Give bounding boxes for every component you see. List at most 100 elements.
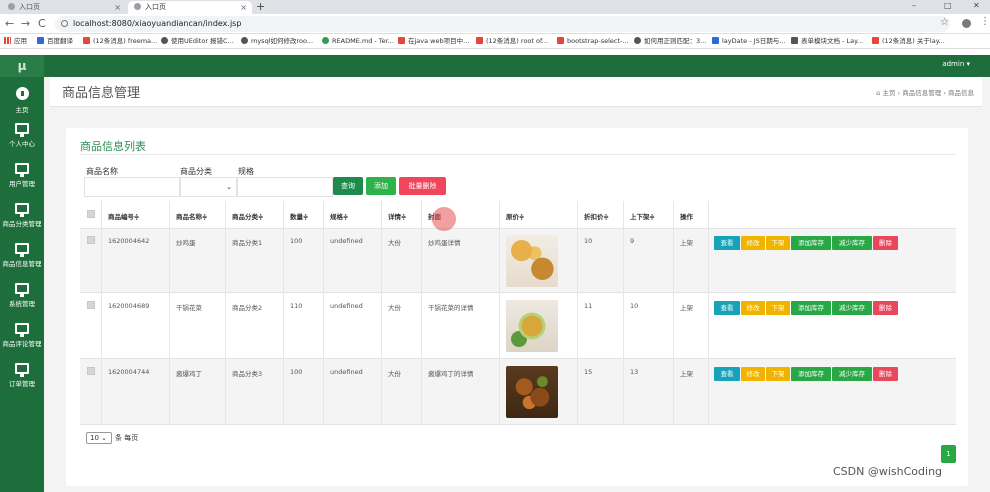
tab-label: 入口页: [19, 3, 40, 11]
col-header-id[interactable]: 商品编号≑: [108, 211, 139, 221]
bookmark-item[interactable]: bootstrap-select-...: [557, 34, 629, 48]
delete-button[interactable]: 删除: [873, 367, 898, 381]
favicon-icon: [872, 37, 879, 44]
col-header-status[interactable]: 上下架≑: [630, 211, 655, 221]
batch-delete-button[interactable]: 批量删除: [399, 177, 446, 195]
col-header-category[interactable]: 商品分类≑: [232, 211, 263, 221]
favicon-icon: [791, 37, 798, 44]
page-size-label: 条 每页: [115, 434, 139, 442]
bookmark-item[interactable]: 表单模块文档 - Lay...: [791, 34, 863, 48]
page-1-button[interactable]: 1: [941, 445, 956, 463]
maximize-button[interactable]: □: [944, 1, 952, 10]
col-divider: [499, 201, 500, 425]
reduce-stock-button[interactable]: 减少库存: [832, 301, 872, 315]
col-divider: [623, 201, 624, 425]
add-stock-button[interactable]: 添加库存: [791, 301, 831, 315]
bookmark-item[interactable]: 如何用正则匹配：3...: [634, 34, 706, 48]
browser-menu-icon[interactable]: ⋮: [980, 16, 990, 27]
favicon-icon: [161, 37, 168, 44]
edit-button[interactable]: 修改: [741, 236, 765, 250]
unlist-button[interactable]: 下架: [766, 301, 790, 315]
user-menu[interactable]: admin ▾: [942, 55, 970, 73]
browser-tab-bar: 入口页 × 入口页 × + – □ ✕: [0, 0, 990, 14]
bookmark-item[interactable]: (12条消息) 关于lay...: [872, 34, 945, 48]
col-header-size[interactable]: 详情≑: [388, 211, 406, 221]
monitor-icon: [15, 163, 29, 177]
row-checkbox[interactable]: [87, 301, 95, 309]
col-header-spec[interactable]: 规格≑: [330, 211, 348, 221]
delete-button[interactable]: 删除: [873, 301, 898, 315]
row-divider: [80, 228, 956, 229]
col-header-name[interactable]: 商品名称≑: [176, 211, 207, 221]
category-select[interactable]: ⌄: [180, 177, 237, 197]
col-divider: [421, 201, 422, 425]
favicon-icon: [476, 37, 483, 44]
reduce-stock-button[interactable]: 减少库存: [832, 236, 872, 250]
minimize-button[interactable]: –: [912, 1, 916, 10]
spec-input[interactable]: [237, 177, 333, 197]
sidebar-item-products[interactable]: 商品信息管理: [0, 243, 44, 268]
row-divider: [80, 358, 956, 359]
sidebar-item-users[interactable]: 用户管理: [0, 163, 44, 188]
unlist-button[interactable]: 下架: [766, 236, 790, 250]
product-list-card: 商品信息列表 商品名称 商品分类 ⌄ 规格 查询 添加 批量删除 商品编号≑ 商…: [66, 128, 968, 486]
col-header-price[interactable]: 原价≑: [506, 211, 524, 221]
view-button[interactable]: 查看: [714, 236, 740, 250]
bookmark-item[interactable]: layDate - JS日期与...: [712, 34, 785, 48]
sidebar-item-comments[interactable]: 商品评论管理: [0, 323, 44, 348]
browser-tab-active[interactable]: 入口页 ×: [128, 1, 252, 14]
select-all-checkbox[interactable]: [87, 210, 95, 218]
sidebar-item-home[interactable]: 主页: [0, 87, 44, 114]
add-stock-button[interactable]: 添加库存: [791, 367, 831, 381]
bookmark-item[interactable]: README.md - Ter...: [322, 34, 394, 48]
info-icon[interactable]: [61, 20, 68, 27]
view-button[interactable]: 查看: [714, 301, 740, 315]
edit-button[interactable]: 修改: [741, 367, 765, 381]
edit-button[interactable]: 修改: [741, 301, 765, 315]
add-stock-button[interactable]: 添加库存: [791, 236, 831, 250]
sidebar-item-system[interactable]: 系统管理: [0, 283, 44, 308]
bookmark-item[interactable]: (12条消息) freema...: [83, 34, 157, 48]
cell-status: 上架: [680, 304, 693, 312]
url-bar[interactable]: localhost:8080/xiaoyuandiancan/index.jsp: [55, 16, 950, 32]
bookmark-item[interactable]: 在java web项目中...: [398, 34, 469, 48]
cell-discount: 13: [630, 368, 639, 376]
bookmark-item[interactable]: 使用UEditor 报错C...: [161, 34, 234, 48]
search-button[interactable]: 查询: [333, 177, 363, 195]
col-header-qty[interactable]: 数量≑: [290, 211, 308, 221]
unlist-button[interactable]: 下架: [766, 367, 790, 381]
cell-price: 11: [584, 302, 593, 310]
back-button[interactable]: ←: [5, 17, 14, 31]
page-size-select[interactable]: 10 ⌄: [86, 432, 112, 444]
new-tab-button[interactable]: +: [256, 0, 265, 14]
bookmark-item[interactable]: (12条消息) root of...: [476, 34, 548, 48]
bookmark-star-icon[interactable]: ☆: [940, 17, 949, 28]
reload-button[interactable]: C: [38, 17, 46, 31]
browser-tab[interactable]: 入口页 ×: [2, 1, 126, 14]
delete-button[interactable]: 删除: [873, 236, 898, 250]
close-tab-icon[interactable]: ×: [240, 1, 247, 14]
close-tab-icon[interactable]: ×: [114, 1, 121, 14]
bookmark-apps[interactable]: 应用: [4, 34, 27, 48]
view-button[interactable]: 查看: [714, 367, 740, 381]
col-divider: [225, 201, 226, 425]
sidebar-item-orders[interactable]: 订单管理: [0, 363, 44, 388]
row-checkbox[interactable]: [87, 236, 95, 244]
close-window-button[interactable]: ✕: [973, 1, 980, 10]
sidebar-item-categories[interactable]: 商品分类管理: [0, 203, 44, 228]
bookmark-item[interactable]: mysql如何修改roo...: [241, 34, 313, 48]
cell-detail: 炒鸡蛋详情: [428, 239, 461, 247]
forward-button[interactable]: →: [21, 17, 30, 31]
reduce-stock-button[interactable]: 减少库存: [832, 367, 872, 381]
favicon-icon: [37, 37, 44, 44]
cell-size: 大份: [388, 239, 401, 247]
sidebar-item-profile[interactable]: 个人中心: [0, 123, 44, 148]
row-checkbox[interactable]: [87, 367, 95, 375]
bookmark-item[interactable]: 百度翻译: [37, 34, 73, 48]
breadcrumb-home[interactable]: ⌂ 主页: [876, 89, 895, 97]
breadcrumb-level1[interactable]: 商品信息管理: [902, 89, 941, 97]
profile-icon[interactable]: [962, 19, 971, 28]
col-header-discount[interactable]: 折扣价≑: [584, 211, 609, 221]
product-name-input[interactable]: [84, 177, 180, 197]
add-button[interactable]: 添加: [366, 177, 396, 195]
